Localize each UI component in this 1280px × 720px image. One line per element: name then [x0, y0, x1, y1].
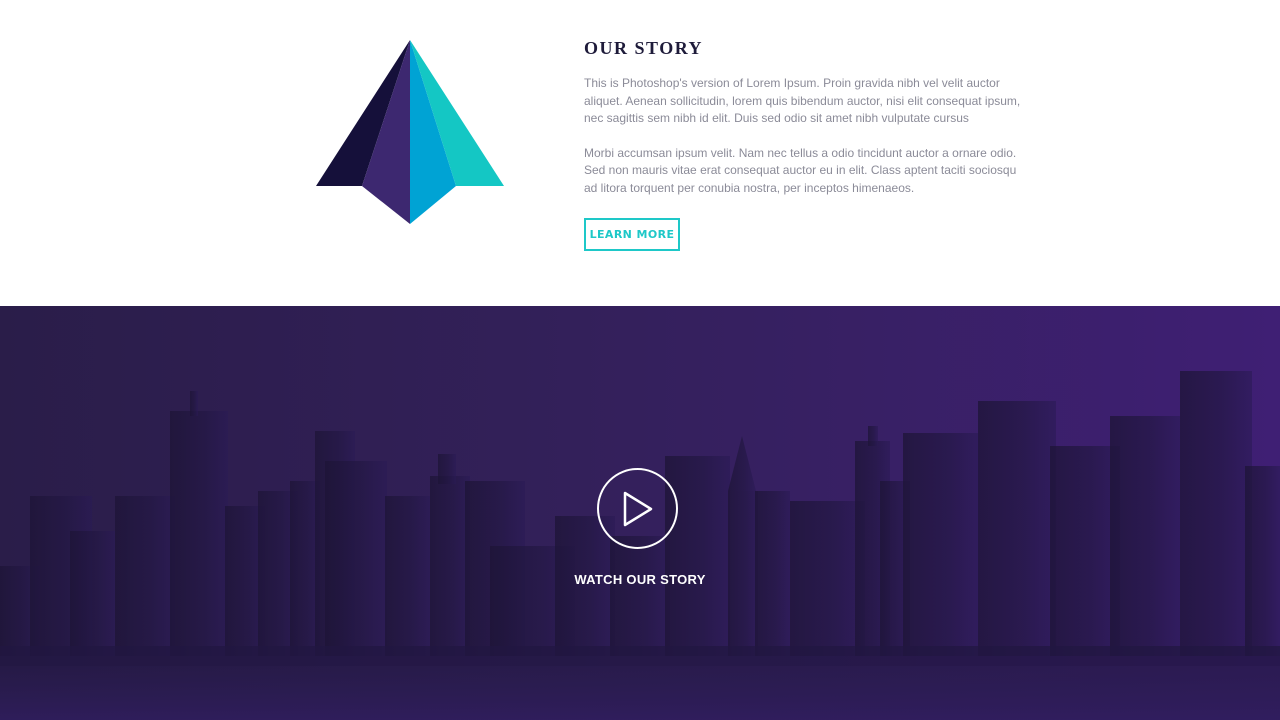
story-title: OUR STORY: [584, 38, 704, 58]
learn-more-button[interactable]: LEARN MORE: [584, 218, 680, 251]
watch-story-section: WATCH OUR STORY: [0, 306, 1280, 720]
story-paragraph-2: Morbi accumsan ipsum velit. Nam nec tell…: [584, 145, 1017, 195]
story-content: OUR STORY This is Photoshop's version of…: [584, 38, 1024, 251]
play-icon: [623, 491, 652, 526]
watch-our-story-label[interactable]: WATCH OUR STORY: [0, 572, 1280, 587]
pyramid-logo-icon: [316, 40, 504, 224]
our-story-section: OUR STORY This is Photoshop's version of…: [0, 0, 1280, 306]
story-paragraph-1: This is Photoshop's version of Lorem Ips…: [584, 76, 1021, 126]
play-button[interactable]: [597, 468, 678, 549]
